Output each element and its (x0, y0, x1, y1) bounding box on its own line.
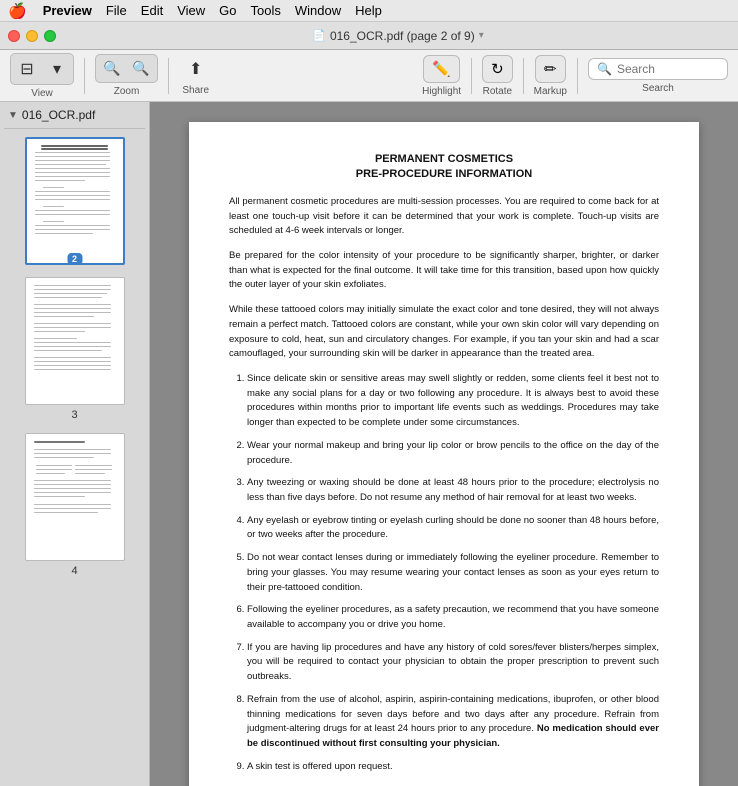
search-tool-group: 🔍 Search (588, 58, 728, 94)
view-label: View (31, 88, 53, 99)
document-area[interactable]: PERMANENT COSMETICS PRE-PROCEDURE INFORM… (150, 102, 738, 786)
sidebar-filename: 016_OCR.pdf (22, 108, 95, 122)
apple-menu[interactable]: 🍎 (8, 2, 27, 20)
page-label-4: 4 (71, 565, 77, 577)
sidebar-icon: ⊟ (20, 59, 33, 79)
share-tool-group: ⬆ Share (179, 56, 212, 96)
share-label: Share (182, 85, 209, 96)
page-badge-2: 2 (67, 253, 82, 265)
search-input[interactable] (617, 62, 719, 76)
sidebar-chevron-icon: ▼ (8, 110, 18, 121)
page-thumb-2[interactable]: 2 (0, 129, 149, 269)
main-content: ▼ 016_OCR.pdf (0, 102, 738, 786)
zoom-out-button[interactable]: 🔍 (98, 57, 126, 80)
zoom-btn-group: 🔍 🔍 (95, 54, 158, 83)
page-label-3: 3 (71, 409, 77, 421)
document-page: PERMANENT COSMETICS PRE-PROCEDURE INFORM… (189, 122, 699, 786)
markup-icon: ✏ (544, 60, 557, 78)
zoom-out-icon: 🔍 (103, 60, 120, 77)
rotate-icon: ↻ (491, 60, 504, 78)
list-item: Any tweezing or waxing should be done at… (247, 476, 659, 505)
toolbar-sep-5 (577, 58, 578, 94)
list-item: If you are having lip procedures and hav… (247, 641, 659, 685)
close-button[interactable] (8, 30, 20, 42)
search-label: Search (642, 83, 674, 94)
view-options-button[interactable]: ▾ (43, 56, 71, 82)
share-button[interactable]: ⬆ (179, 56, 212, 82)
title-bar: 📄 016_OCR.pdf (page 2 of 9) ▾ (0, 22, 738, 50)
markup-tool-group: ✏ Markup (534, 55, 567, 97)
highlight-icon: ✏️ (432, 60, 451, 78)
doc-title: PERMANENT COSMETICS PRE-PROCEDURE INFORM… (229, 152, 659, 183)
tools-menu[interactable]: Tools (251, 3, 281, 18)
view-btn-group: ⊟ ▾ (10, 53, 74, 85)
view-tool-group: ⊟ ▾ View (10, 53, 74, 99)
search-box[interactable]: 🔍 (588, 58, 728, 80)
sidebar-header[interactable]: ▼ 016_OCR.pdf (0, 102, 149, 128)
file-menu[interactable]: File (106, 3, 127, 18)
thumb-img-3 (25, 277, 125, 405)
list-item: Any eyelash or eyebrow tinting or eyelas… (247, 514, 659, 543)
doc-list: Since delicate skin or sensitive areas m… (247, 372, 659, 775)
zoom-label: Zoom (114, 86, 140, 97)
go-menu[interactable]: Go (219, 3, 236, 18)
list-item: Since delicate skin or sensitive areas m… (247, 372, 659, 431)
thumb-img-2: 2 (25, 137, 125, 265)
list-item-8: Refrain from the use of alcohol, aspirin… (247, 693, 659, 752)
thumb-img-4 (25, 433, 125, 561)
toolbar-sep-1 (84, 58, 85, 94)
share-icon: ⬆ (189, 59, 202, 79)
list-item: Following the eyeliner procedures, as a … (247, 603, 659, 632)
title-chevron-icon[interactable]: ▾ (479, 30, 484, 41)
highlight-button[interactable]: ✏️ (423, 55, 460, 83)
traffic-lights (8, 30, 56, 42)
list-item: Do not wear contact lenses during or imm… (247, 551, 659, 595)
markup-label: Markup (534, 86, 567, 97)
highlight-label: Highlight (422, 86, 461, 97)
view-menu[interactable]: View (177, 3, 205, 18)
title-text: 016_OCR.pdf (page 2 of 9) (330, 29, 475, 43)
doc-icon: 📄 (312, 29, 326, 42)
zoom-in-icon: 🔍 (132, 60, 149, 77)
view-sidebar-button[interactable]: ⊟ (13, 56, 41, 82)
rotate-button[interactable]: ↻ (482, 55, 513, 83)
edit-menu[interactable]: Edit (141, 3, 163, 18)
menu-bar: 🍎 Preview File Edit View Go Tools Window… (0, 0, 738, 22)
rotate-tool-group: ↻ Rotate (482, 55, 513, 97)
list-item: A skin test is offered upon request. (247, 760, 659, 775)
help-menu[interactable]: Help (355, 3, 382, 18)
toolbar-sep-2 (168, 58, 169, 94)
view-options-icon: ▾ (53, 59, 61, 79)
highlight-tool-group: ✏️ Highlight (422, 55, 461, 97)
toolbar-sep-4 (523, 58, 524, 94)
toolbar: ⊟ ▾ View 🔍 🔍 Zoom ⬆ Share ✏️ (0, 50, 738, 102)
page-thumb-3[interactable]: 3 (0, 269, 149, 425)
sidebar: ▼ 016_OCR.pdf (0, 102, 150, 786)
doc-para-3: While these tattooed colors may initiall… (229, 303, 659, 362)
minimize-button[interactable] (26, 30, 38, 42)
markup-button[interactable]: ✏ (535, 55, 566, 83)
window-title: 📄 016_OCR.pdf (page 2 of 9) ▾ (66, 29, 730, 43)
window-menu[interactable]: Window (295, 3, 341, 18)
zoom-in-button[interactable]: 🔍 (127, 57, 155, 80)
rotate-label: Rotate (483, 86, 512, 97)
list-item: Wear your normal makeup and bring your l… (247, 439, 659, 468)
page-thumb-4[interactable]: 4 (0, 425, 149, 581)
search-icon: 🔍 (597, 62, 612, 76)
toolbar-sep-3 (471, 58, 472, 94)
zoom-tool-group: 🔍 🔍 Zoom (95, 54, 158, 97)
bold-warning: No medication should ever be discontinue… (247, 723, 659, 749)
doc-para-2: Be prepared for the color intensity of y… (229, 249, 659, 293)
doc-para-1: All permanent cosmetic procedures are mu… (229, 195, 659, 239)
maximize-button[interactable] (44, 30, 56, 42)
app-name: Preview (43, 3, 92, 18)
